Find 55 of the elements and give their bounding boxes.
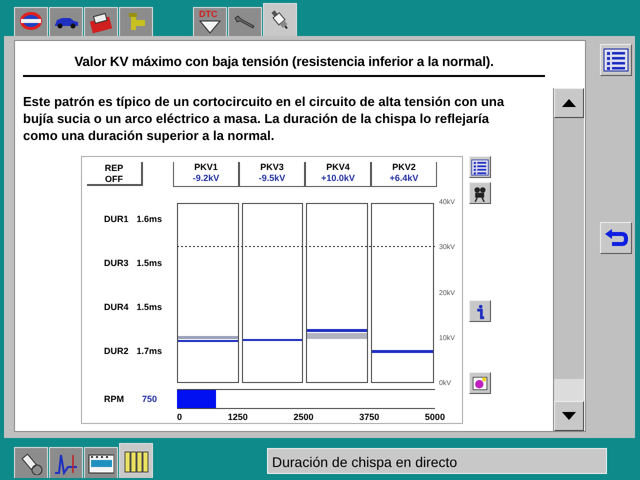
top-tab[interactable]	[263, 3, 297, 36]
list-icon	[471, 158, 489, 176]
bottom-tab[interactable]	[14, 447, 48, 478]
rep-button[interactable]: REP OFF	[87, 162, 143, 186]
scrollbar[interactable]	[553, 88, 584, 431]
peak-voltage-value: -9.5kV	[258, 173, 286, 184]
peak-voltage-value: +6.4kV	[390, 173, 418, 184]
duration-label: DUR2	[104, 346, 129, 357]
tool-button[interactable]	[469, 182, 491, 204]
warning-sign-icon	[199, 20, 221, 34]
down-arrow-icon	[562, 412, 576, 420]
scroll-down-button[interactable]	[554, 401, 584, 431]
description-text: Este patrón es típico de un cortocircuito en el circuito de alta tensión con una bujía sucia o un arco eléctrico a masa. La duración de la chispa lo reflejaría como una duración superior a la normal.	[23, 93, 506, 144]
duration-value: 1.5ms	[136, 302, 162, 313]
bottom-tab[interactable]	[119, 443, 153, 478]
rpm-label: RPM	[104, 394, 125, 404]
axis-tick-label: 1250	[228, 412, 248, 422]
bottom-tab[interactable]	[84, 447, 118, 478]
scroll-up-button[interactable]	[554, 88, 584, 118]
rpm-value: 750	[142, 394, 158, 404]
top-tab[interactable]	[49, 7, 83, 36]
cylinder-label: PKV1	[194, 162, 218, 173]
top-tab[interactable]	[84, 7, 118, 36]
books-icon	[123, 449, 149, 473]
duration-value: 1.5ms	[136, 258, 162, 269]
duration-label: DUR1	[104, 214, 129, 225]
top-tab[interactable]	[228, 7, 262, 36]
tool-button[interactable]	[600, 44, 632, 76]
cylinder-label: PKV3	[260, 162, 284, 173]
duration-label: DUR3	[104, 258, 129, 269]
duration-label: DUR4	[104, 302, 129, 313]
status-text: Duración de chispa en directo	[267, 448, 607, 474]
cylinder-label: PKV4	[326, 162, 350, 173]
toolbox-icon	[88, 10, 114, 34]
palette-icon	[471, 374, 489, 392]
list-icon	[603, 48, 629, 72]
axis-tick-label: 0	[177, 412, 182, 422]
page-title: Valor KV máximo con baja tensión (resistencia inferior a la normal).	[23, 41, 545, 77]
tool-button[interactable]	[600, 222, 632, 254]
bottom-tab[interactable]	[49, 447, 83, 478]
tool-button[interactable]	[469, 300, 491, 322]
axis-tick-label: 3750	[359, 412, 380, 422]
duration-value: 1.6ms	[136, 214, 162, 225]
top-tab[interactable]	[14, 7, 48, 36]
peak-voltage-value: -9.2kV	[192, 173, 220, 184]
scroll-thumb[interactable]	[554, 379, 584, 401]
cylinder-label: PKV2	[392, 162, 416, 173]
tool-button[interactable]	[469, 156, 491, 178]
duration-value: 1.7ms	[136, 346, 162, 357]
axis-tick-label: 5000	[424, 412, 445, 422]
tool-button[interactable]	[469, 372, 491, 394]
axis-tick-label: 2500	[293, 412, 314, 422]
up-arrow-icon	[562, 99, 576, 107]
peak-voltage-value: +10.0kV	[321, 173, 355, 184]
dtc-label: DTC	[199, 9, 218, 19]
